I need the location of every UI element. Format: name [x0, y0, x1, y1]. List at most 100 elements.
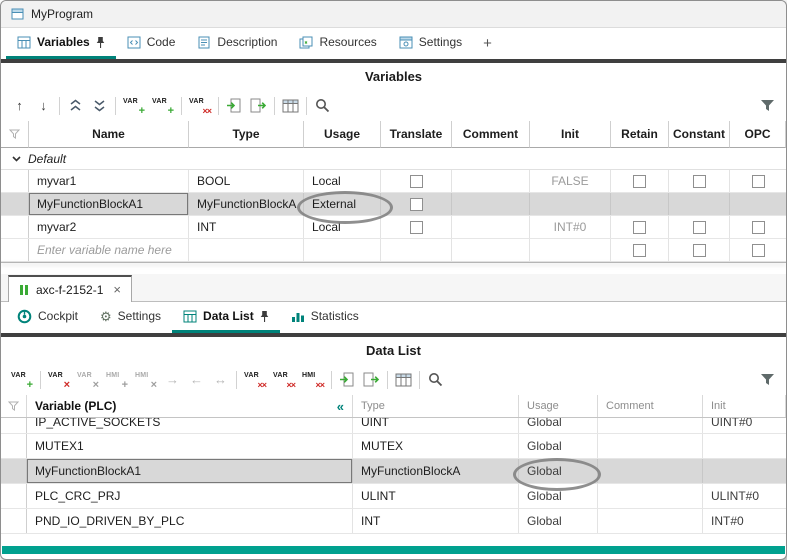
cell-name[interactable]: myvar2	[29, 216, 189, 238]
cell-usage[interactable]: Global	[519, 434, 598, 458]
cell-init[interactable]: INT#0	[703, 509, 786, 533]
column-header-usage[interactable]: Usage	[304, 121, 381, 148]
row-selector[interactable]	[1, 170, 29, 192]
constant-checkbox[interactable]	[693, 221, 706, 234]
cell-opc[interactable]	[730, 193, 786, 215]
add-tab-button[interactable]: +	[473, 28, 502, 59]
cell-comment[interactable]	[452, 193, 530, 215]
search-icon[interactable]	[427, 370, 444, 390]
cell-comment[interactable]	[598, 459, 703, 483]
cell-constant[interactable]	[669, 216, 730, 238]
cell-variable[interactable]: MyFunctionBlockA1	[27, 459, 353, 483]
column-header-comment[interactable]: Comment	[452, 121, 530, 148]
import-icon[interactable]	[339, 370, 356, 390]
cell-type[interactable]: INT	[353, 509, 519, 533]
cell-usage[interactable]: Global	[519, 484, 598, 508]
cell-name[interactable]: myvar1	[29, 170, 189, 192]
cell-comment[interactable]	[452, 239, 530, 261]
row-selector[interactable]	[1, 459, 27, 483]
cell-init[interactable]	[530, 239, 611, 261]
column-header-name[interactable]: Name	[29, 121, 189, 148]
column-header-init[interactable]: Init	[530, 121, 611, 148]
delete-all-variables-icon[interactable]: VAR××	[244, 371, 266, 389]
cell-type[interactable]: MUTEX	[353, 434, 519, 458]
tab-device-settings[interactable]: ⚙ Settings	[89, 302, 172, 333]
row-selector[interactable]	[1, 193, 29, 215]
cell-variable[interactable]: MUTEX1	[27, 434, 353, 458]
cell-variable[interactable]: PLC_CRC_PRJ	[27, 484, 353, 508]
cell-retain[interactable]	[611, 239, 669, 261]
import-icon[interactable]	[226, 96, 243, 116]
cell-variable[interactable]: IP_ACTIVE_SOCKETS	[27, 418, 353, 434]
pin-icon[interactable]	[260, 310, 269, 323]
cell-usage[interactable]: Local	[304, 170, 381, 192]
cell-init[interactable]: ULINT#0	[703, 484, 786, 508]
cell-retain[interactable]	[611, 170, 669, 192]
cell-retain[interactable]	[611, 216, 669, 238]
column-header-comment[interactable]: Comment	[598, 395, 703, 417]
cell-init[interactable]	[703, 434, 786, 458]
cell-init[interactable]	[530, 193, 611, 215]
filter-icon[interactable]	[759, 370, 776, 390]
cell-comment[interactable]	[598, 418, 703, 434]
cell-comment[interactable]	[598, 509, 703, 533]
translate-checkbox[interactable]	[410, 221, 423, 234]
translate-checkbox[interactable]	[410, 175, 423, 188]
add-variable-group-icon[interactable]: VAR+	[152, 97, 174, 115]
cell-opc[interactable]	[730, 170, 786, 192]
cell-translate[interactable]	[381, 216, 452, 238]
column-header-translate[interactable]: Translate	[381, 121, 452, 148]
tab-settings[interactable]: Settings	[388, 28, 473, 59]
column-header-type[interactable]: Type	[189, 121, 304, 148]
row-selector[interactable]	[1, 484, 27, 508]
cell-usage[interactable]: Local	[304, 216, 381, 238]
cell-init[interactable]: UINT#0	[703, 418, 786, 434]
column-header-usage[interactable]: Usage	[519, 395, 598, 417]
row-selector[interactable]	[1, 418, 27, 434]
cell-translate[interactable]	[381, 239, 452, 261]
tab-cockpit[interactable]: Cockpit	[6, 302, 89, 333]
clear-filter-icon[interactable]	[1, 395, 27, 417]
tab-code[interactable]: Code	[116, 28, 187, 59]
cell-usage[interactable]: Global	[519, 459, 598, 483]
cell-usage[interactable]: Global	[519, 509, 598, 533]
column-header-init[interactable]: Init	[703, 395, 786, 417]
column-header-type[interactable]: Type	[353, 395, 519, 417]
clear-filter-icon[interactable]	[1, 121, 29, 148]
cell-translate[interactable]	[381, 193, 452, 215]
cell-constant[interactable]	[669, 239, 730, 261]
cell-comment[interactable]	[452, 170, 530, 192]
column-header-opc[interactable]: OPC	[730, 121, 786, 148]
pin-icon[interactable]	[96, 36, 105, 49]
cell-constant[interactable]	[669, 170, 730, 192]
filter-icon[interactable]	[759, 96, 776, 116]
column-settings-icon[interactable]	[282, 96, 299, 116]
retain-checkbox[interactable]	[633, 221, 646, 234]
cell-retain[interactable]	[611, 193, 669, 215]
constant-checkbox[interactable]	[693, 175, 706, 188]
cell-type[interactable]: BOOL	[189, 170, 304, 192]
row-selector[interactable]	[1, 239, 29, 261]
cell-comment[interactable]	[598, 434, 703, 458]
delete-unused-variables-icon[interactable]: VAR××	[273, 371, 295, 389]
translate-checkbox[interactable]	[410, 198, 423, 211]
tab-data-list[interactable]: Data List	[172, 302, 280, 333]
row-selector[interactable]	[1, 434, 27, 458]
cell-comment[interactable]	[452, 216, 530, 238]
cell-usage[interactable]: External	[304, 193, 381, 215]
cell-init[interactable]	[703, 459, 786, 483]
row-selector[interactable]	[1, 216, 29, 238]
group-row-default[interactable]: Default	[1, 148, 786, 170]
add-variable-icon[interactable]: VAR+	[11, 371, 33, 389]
cell-init[interactable]: FALSE	[530, 170, 611, 192]
column-header-constant[interactable]: Constant	[669, 121, 730, 148]
column-settings-icon[interactable]	[395, 370, 412, 390]
export-icon[interactable]	[363, 370, 380, 390]
search-icon[interactable]	[314, 96, 331, 116]
tab-description[interactable]: Description	[186, 28, 288, 59]
retain-checkbox[interactable]	[633, 175, 646, 188]
cell-name[interactable]: MyFunctionBlockA1	[29, 193, 189, 215]
column-header-retain[interactable]: Retain	[611, 121, 669, 148]
cell-constant[interactable]	[669, 193, 730, 215]
cell-init[interactable]: INT#0	[530, 216, 611, 238]
